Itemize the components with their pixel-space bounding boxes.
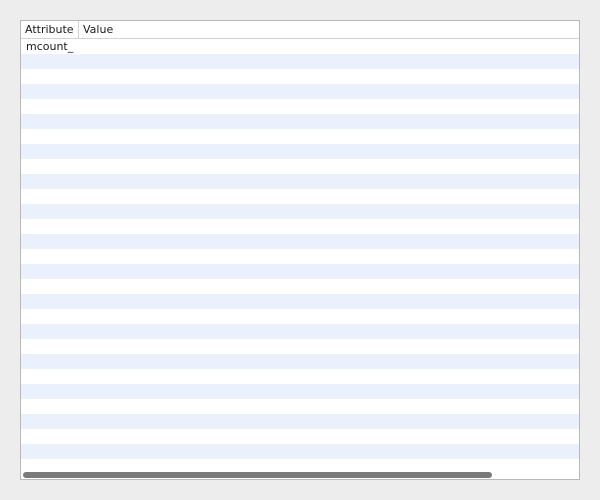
empty-row bbox=[21, 309, 579, 324]
empty-row bbox=[21, 84, 579, 99]
cell-attribute: mcount_ bbox=[26, 40, 74, 53]
table-row[interactable]: mcount_ bbox=[21, 39, 579, 54]
empty-row bbox=[21, 294, 579, 309]
column-header-attribute[interactable]: Attribute bbox=[21, 21, 79, 38]
empty-row bbox=[21, 219, 579, 234]
empty-row bbox=[21, 159, 579, 174]
horizontal-scrollbar-thumb[interactable] bbox=[23, 472, 492, 478]
empty-row bbox=[21, 114, 579, 129]
empty-row bbox=[21, 234, 579, 249]
empty-row bbox=[21, 129, 579, 144]
horizontal-scrollbar[interactable] bbox=[21, 471, 579, 479]
empty-row bbox=[21, 324, 579, 339]
empty-row bbox=[21, 429, 579, 444]
empty-row bbox=[21, 399, 579, 414]
empty-row bbox=[21, 204, 579, 219]
empty-row bbox=[21, 459, 579, 471]
empty-row bbox=[21, 189, 579, 204]
empty-row bbox=[21, 444, 579, 459]
empty-row bbox=[21, 279, 579, 294]
column-header-value[interactable]: Value bbox=[79, 21, 579, 38]
empty-row bbox=[21, 264, 579, 279]
empty-row bbox=[21, 339, 579, 354]
empty-row bbox=[21, 69, 579, 84]
empty-row bbox=[21, 369, 579, 384]
empty-row bbox=[21, 54, 579, 69]
empty-row bbox=[21, 249, 579, 264]
table-header: Attribute Value bbox=[21, 21, 579, 39]
empty-row bbox=[21, 384, 579, 399]
attribute-table-panel: Attribute Value mcount_ bbox=[20, 20, 580, 480]
empty-row bbox=[21, 99, 579, 114]
table-body: mcount_ bbox=[21, 39, 579, 471]
empty-row bbox=[21, 414, 579, 429]
empty-row bbox=[21, 174, 579, 189]
empty-row bbox=[21, 144, 579, 159]
empty-row bbox=[21, 354, 579, 369]
